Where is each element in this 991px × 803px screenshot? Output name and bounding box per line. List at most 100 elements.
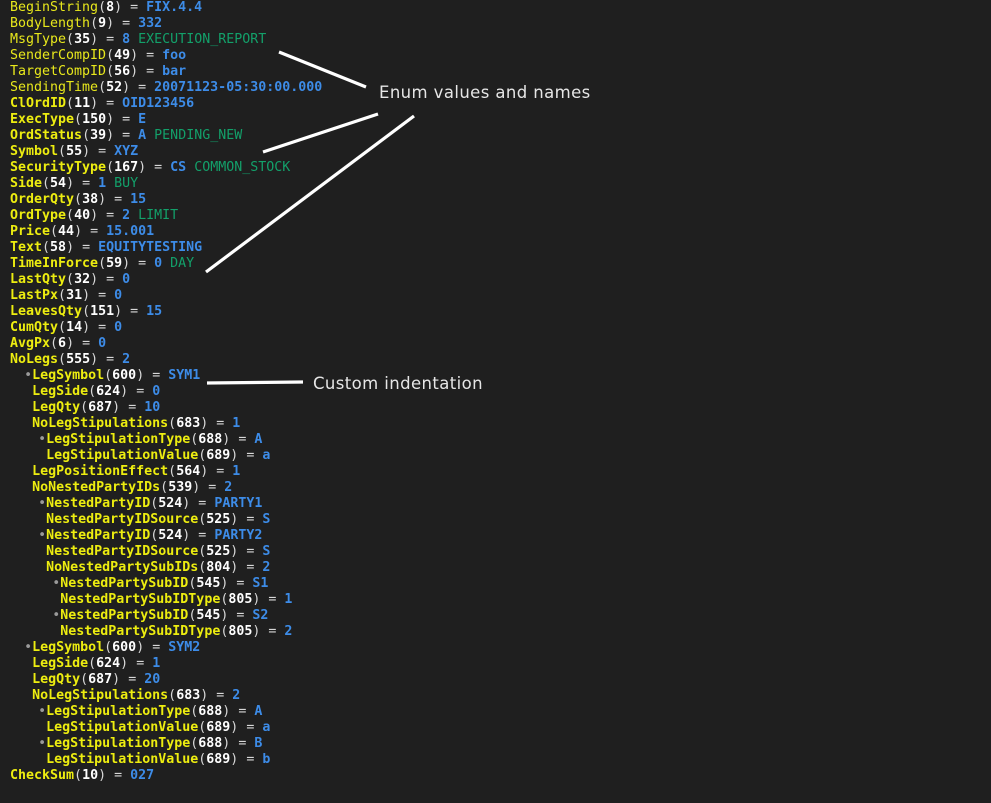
fix-field-row[interactable]: LegQty(687) = 10 — [0, 400, 991, 416]
paren-close: ) — [90, 96, 99, 111]
field-tag-number: 14 — [66, 320, 83, 335]
fix-field-row[interactable]: OrderQty(38) = 15 — [0, 192, 991, 208]
equals-sign: = — [144, 368, 169, 383]
fix-field-row[interactable]: NoNestedPartySubIDs(804) = 2 — [0, 560, 991, 576]
equals-sign: = — [90, 320, 115, 335]
fix-field-row[interactable]: •NestedPartyID(524) = PARTY1 — [0, 496, 991, 512]
fix-field-row[interactable]: LegStipulationValue(689) = a — [0, 720, 991, 736]
field-tag-number: 687 — [88, 672, 113, 687]
fix-field-row[interactable]: •LegStipulationType(688) = A — [0, 432, 991, 448]
fix-field-row[interactable]: CheckSum(10) = 027 — [0, 768, 991, 784]
fix-field-row[interactable]: SenderCompID(49) = foo — [0, 48, 991, 64]
paren-close: ) — [120, 656, 129, 671]
field-value: S — [262, 544, 271, 559]
equals-sign: = — [98, 96, 123, 111]
equals-sign: = — [144, 640, 169, 655]
field-name: LegQty — [32, 672, 81, 687]
field-tag-number: 624 — [96, 656, 121, 671]
field-value: EQUITYTESTING — [98, 240, 203, 255]
equals-sign: = — [238, 544, 263, 559]
fix-field-row[interactable]: NestedPartyIDSource(525) = S — [0, 544, 991, 560]
fix-field-row[interactable]: Symbol(55) = XYZ — [0, 144, 991, 160]
equals-sign: = — [98, 352, 123, 367]
fix-field-row[interactable]: ExecType(150) = E — [0, 112, 991, 128]
fix-field-row[interactable]: LegSide(624) = 0 — [0, 384, 991, 400]
fix-field-row[interactable]: LegStipulationValue(689) = b — [0, 752, 991, 768]
fix-field-row[interactable]: NoLegStipulations(683) = 2 — [0, 688, 991, 704]
fix-field-row[interactable]: •LegSymbol(600) = SYM2 — [0, 640, 991, 656]
paren-close: ) — [82, 320, 91, 335]
fix-field-row[interactable]: Text(58) = EQUITYTESTING — [0, 240, 991, 256]
fix-field-row[interactable]: CumQty(14) = 0 — [0, 320, 991, 336]
group-bullet-spacer — [24, 688, 32, 703]
field-value: 0 — [114, 320, 123, 335]
field-name: LegStipulationType — [46, 736, 191, 751]
fix-field-row[interactable]: NestedPartyIDSource(525) = S — [0, 512, 991, 528]
paren-close: ) — [74, 224, 83, 239]
fix-field-row[interactable]: •LegStipulationType(688) = A — [0, 704, 991, 720]
paren-open: ( — [168, 688, 177, 703]
equals-sign: = — [114, 128, 139, 143]
field-tag-number: 555 — [66, 352, 91, 367]
paren-open: ( — [88, 384, 97, 399]
field-name: AvgPx — [10, 336, 51, 351]
fix-field-row[interactable]: •LegStipulationType(688) = B — [0, 736, 991, 752]
fix-field-row[interactable]: BeginString(8) = FIX.4.4 — [0, 0, 991, 16]
fix-field-row[interactable]: Price(44) = 15.001 — [0, 224, 991, 240]
fix-field-row[interactable]: Side(54) = 1 BUY — [0, 176, 991, 192]
fix-field-row[interactable]: •NestedPartyID(524) = PARTY2 — [0, 528, 991, 544]
field-tag-number: 10 — [82, 768, 99, 783]
fix-field-row[interactable]: OrdType(40) = 2 LIMIT — [0, 208, 991, 224]
fix-field-row[interactable]: TargetCompID(56) = bar — [0, 64, 991, 80]
field-value: A — [254, 432, 263, 447]
paren-close: ) — [90, 208, 99, 223]
fix-field-row[interactable]: NoNestedPartyIDs(539) = 2 — [0, 480, 991, 496]
fix-field-row[interactable]: SecurityType(167) = CS COMMON_STOCK — [0, 160, 991, 176]
fix-field-row[interactable]: NestedPartySubIDType(805) = 1 — [0, 592, 991, 608]
fix-field-row[interactable]: •LegSymbol(600) = SYM1 — [0, 368, 991, 384]
group-bullet-icon: • — [38, 496, 47, 511]
field-name: NestedPartySubIDType — [60, 624, 221, 639]
fix-field-row[interactable]: LastQty(32) = 0 — [0, 272, 991, 288]
paren-open: ( — [90, 16, 99, 31]
fix-field-row[interactable]: •NestedPartySubID(545) = S2 — [0, 608, 991, 624]
fix-field-row[interactable]: MsgType(35) = 8 EXECUTION_REPORT — [0, 32, 991, 48]
fix-field-row[interactable]: LastPx(31) = 0 — [0, 288, 991, 304]
field-name: LegSymbol — [32, 368, 105, 383]
enum-spacer — [146, 128, 154, 143]
field-tag-number: 32 — [74, 272, 91, 287]
fix-field-row[interactable]: •NestedPartySubID(545) = S1 — [0, 576, 991, 592]
fix-field-row[interactable]: BodyLength(9) = 332 — [0, 16, 991, 32]
paren-open: ( — [80, 672, 89, 687]
fix-field-row[interactable]: LegPositionEffect(564) = 1 — [0, 464, 991, 480]
field-value: E — [138, 112, 147, 127]
fix-field-row[interactable]: TimeInForce(59) = 0 DAY — [0, 256, 991, 272]
paren-open: ( — [88, 656, 97, 671]
paren-close: ) — [122, 256, 131, 271]
fix-message-viewer: BeginString(8) = FIX.4.4 BodyLength(9) = … — [0, 0, 991, 803]
fix-field-row[interactable]: LegStipulationValue(689) = a — [0, 448, 991, 464]
annotation-label-enum-values-and-names: Enum values and names — [379, 83, 591, 102]
fix-field-row[interactable]: NoLegs(555) = 2 — [0, 352, 991, 368]
fix-field-row[interactable]: LegSide(624) = 1 — [0, 656, 991, 672]
fix-field-row[interactable]: NoLegStipulations(683) = 1 — [0, 416, 991, 432]
field-value: S — [262, 512, 271, 527]
fix-field-row[interactable]: LegQty(687) = 20 — [0, 672, 991, 688]
equals-sign: = — [238, 560, 263, 575]
field-value: 2 — [224, 480, 233, 495]
field-value: 10 — [144, 400, 161, 415]
field-tag-number: 600 — [112, 368, 137, 383]
field-tag-number: 525 — [206, 512, 231, 527]
fix-field-row[interactable]: OrdStatus(39) = A PENDING_NEW — [0, 128, 991, 144]
equals-sign: = — [200, 480, 225, 495]
group-bullet-spacer — [24, 464, 32, 479]
equals-sign: = — [98, 32, 123, 47]
field-value: B — [254, 736, 263, 751]
field-name: LegSymbol — [32, 640, 105, 655]
field-value: A — [254, 704, 263, 719]
fix-field-row[interactable]: LeavesQty(151) = 15 — [0, 304, 991, 320]
paren-close: ) — [136, 640, 145, 655]
fix-field-row[interactable]: AvgPx(6) = 0 — [0, 336, 991, 352]
fix-field-row[interactable]: NestedPartySubIDType(805) = 2 — [0, 624, 991, 640]
equals-sign: = — [98, 208, 123, 223]
